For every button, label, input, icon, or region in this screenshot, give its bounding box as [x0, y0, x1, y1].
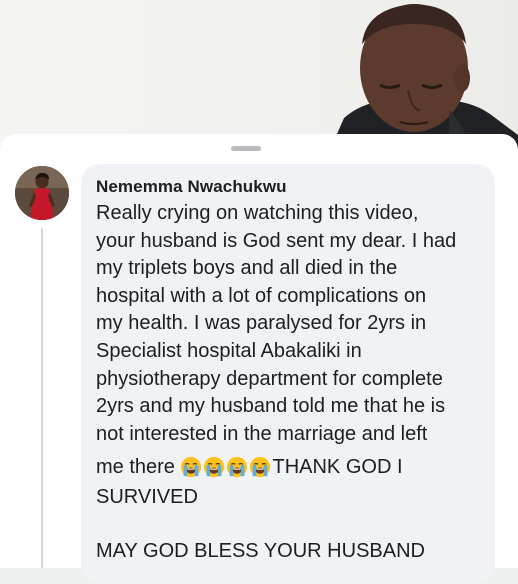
comment-line-after-emoji: THANK GOD I [272, 455, 403, 478]
avatar-image [15, 166, 69, 220]
emoji-group [180, 454, 272, 482]
comment-line: my triplets boys and all died in the [96, 257, 398, 280]
comment-line-before-emoji: me there [96, 455, 181, 478]
loudly-crying-face-icon [227, 457, 248, 478]
loudly-crying-face-icon [181, 457, 202, 478]
avatar[interactable] [15, 166, 69, 220]
loudly-crying-face-icon [204, 457, 225, 478]
comment-author[interactable]: Nememma Nwachukwu [96, 177, 287, 197]
comment-line: not interested in the marriage and left [96, 422, 428, 445]
comment-line: SURVIVED [96, 486, 198, 509]
loudly-crying-face-icon [250, 457, 271, 478]
comment-line: Really crying on watching this video, [96, 202, 419, 224]
comment-emoji-line: me there THANK GOD I [96, 450, 492, 484]
comment-line: your husband is God sent my dear. I had [96, 229, 457, 252]
drag-handle[interactable] [231, 146, 261, 151]
comment-line: hospital with a lot of complications on [96, 284, 427, 307]
comment-line: my health. I was paralysed for 2yrs in [96, 312, 427, 335]
reply-thread-line [41, 228, 43, 568]
comment-text: Really crying on watching this video, yo… [96, 200, 492, 566]
person-in-video-image [330, 4, 518, 150]
video-background [0, 0, 518, 150]
comment-line: 2yrs and my husband told me that he is [96, 395, 446, 418]
comments-sheet: Nememma Nwachukwu Really crying on watch… [0, 134, 518, 584]
comment-line: MAY GOD BLESS YOUR HUSBAND [96, 539, 425, 562]
comment-line: physiotherapy department for complete [96, 367, 443, 390]
comment-line: Specialist hospital Abakaliki in [96, 339, 362, 362]
